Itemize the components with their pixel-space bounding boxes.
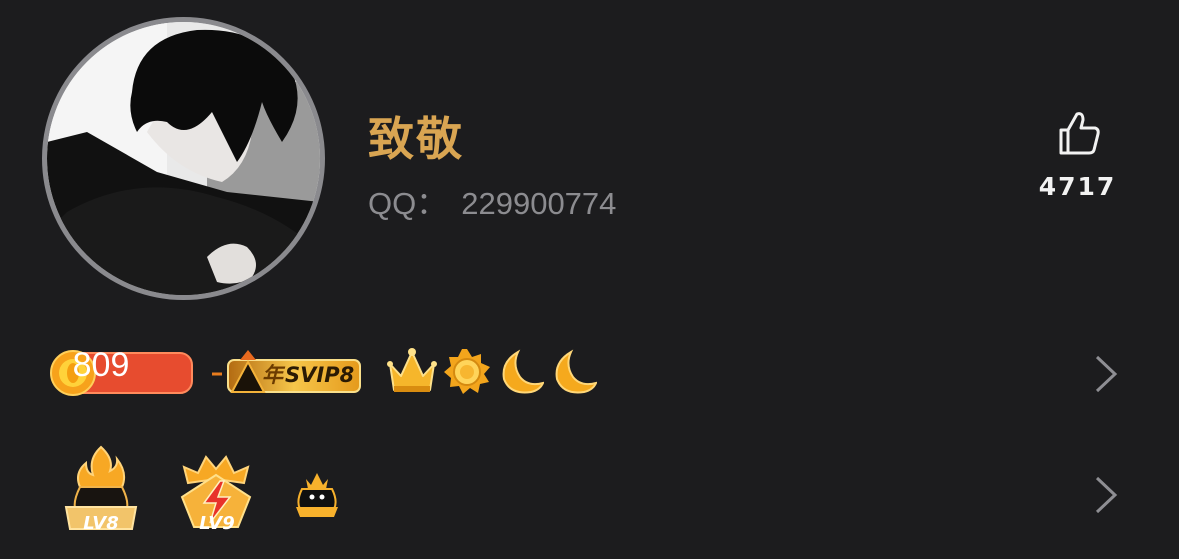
level-label: LV8 (83, 513, 119, 534)
moon-icon (555, 349, 597, 394)
svip-year: 年 (262, 363, 283, 387)
avatar-image (47, 22, 320, 295)
avatar[interactable] (42, 17, 325, 300)
like-count: 4717 (1038, 172, 1117, 201)
chevron-right-icon (1095, 476, 1118, 514)
sun-icon (444, 349, 490, 394)
crown-icon (387, 348, 437, 392)
profile-name: 致敬 (368, 112, 464, 166)
qq-number: 229900774 (461, 186, 617, 221)
svip-level: SVIP8 (285, 363, 355, 387)
badge-row-levels[interactable]: LV8 LV9 (0, 445, 1179, 545)
like-button[interactable]: 4717 (1030, 108, 1125, 201)
level-label: LV9 (199, 513, 235, 534)
qq-label: QQ： (368, 186, 448, 221)
badge-row-vip[interactable]: 809 年SVIP8 (0, 345, 1179, 403)
moon-icon (502, 349, 544, 394)
qq-number-line: QQ： 229900774 (368, 178, 616, 223)
thumbs-up-icon (1059, 112, 1100, 155)
svip-label: 年SVIP8 (262, 359, 354, 389)
coin-count: 809 (72, 346, 130, 384)
chevron-right-icon (1095, 355, 1118, 393)
qq-penguin-crown-icon (296, 473, 338, 517)
